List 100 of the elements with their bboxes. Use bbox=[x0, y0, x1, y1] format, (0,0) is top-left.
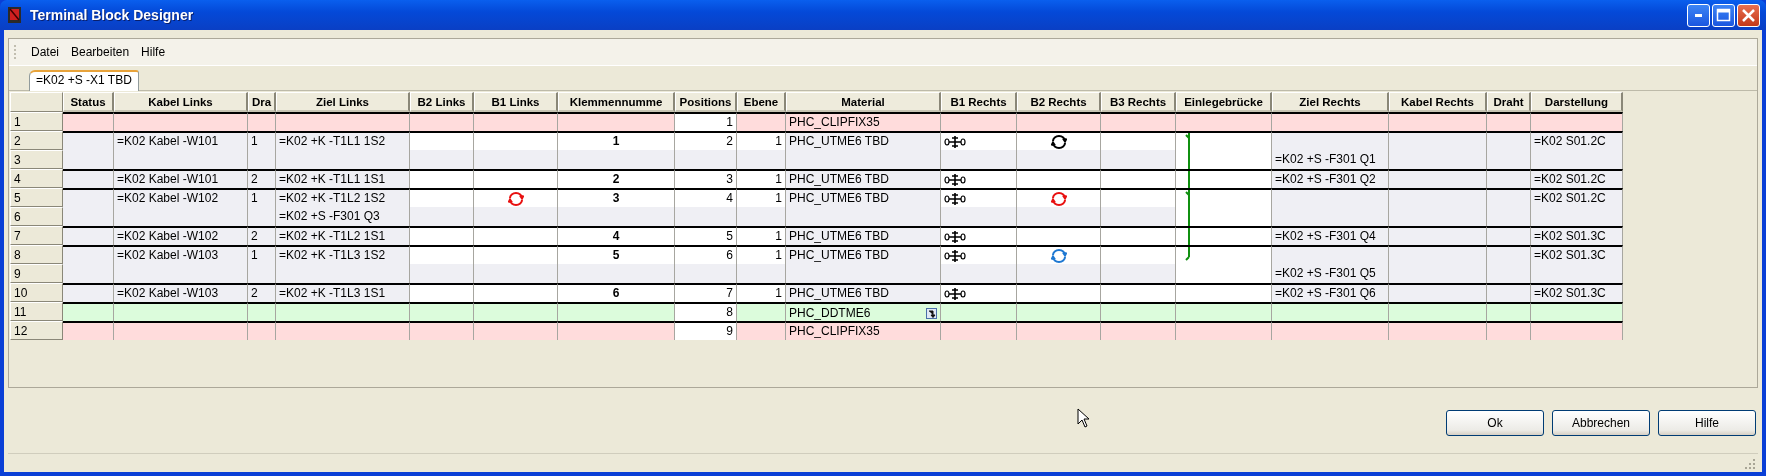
column-header[interactable]: Kabel Rechts bbox=[1389, 92, 1487, 112]
window-title: Terminal Block Designer bbox=[30, 7, 195, 23]
row-header[interactable]: 1 bbox=[10, 112, 63, 131]
row-header[interactable]: 3 bbox=[10, 150, 63, 169]
table-cell: =K02 Kabel -W103 bbox=[114, 283, 248, 302]
dialog-button[interactable]: Abbrechen bbox=[1552, 410, 1650, 436]
dialog-button[interactable]: Hilfe bbox=[1658, 410, 1756, 436]
table-cell: =K02 +S -F301 Q1 bbox=[1272, 150, 1389, 169]
dialog-button[interactable]: Ok bbox=[1446, 410, 1544, 436]
table-cell: =K02 +K -T1L3 1S2 bbox=[276, 245, 410, 264]
table-cell: 5 bbox=[675, 226, 737, 245]
menu-item[interactable]: Bearbeiten bbox=[65, 45, 136, 59]
table-cell: =K02 +S -F301 Q2 bbox=[1272, 169, 1389, 188]
table-cell: 1 bbox=[558, 131, 675, 150]
row-header[interactable]: 8 bbox=[10, 245, 63, 264]
table-cell bbox=[1487, 245, 1531, 264]
table-cell bbox=[1487, 188, 1531, 207]
column-header[interactable]: Ziel Links bbox=[276, 92, 410, 112]
table-cell: 1 bbox=[737, 188, 786, 207]
table-cell bbox=[410, 131, 474, 150]
table-cell: =K02 S01.2C bbox=[1531, 169, 1623, 188]
minimize-button[interactable] bbox=[1687, 3, 1710, 27]
table-cell bbox=[63, 283, 114, 302]
table-cell bbox=[410, 245, 474, 264]
table-cell: =K02 +S -F301 Q3 bbox=[276, 207, 410, 226]
table-cell: 1 bbox=[248, 131, 276, 150]
row-header[interactable]: 7 bbox=[10, 226, 63, 245]
column-header[interactable]: Ebene bbox=[737, 92, 786, 112]
table-cell: PHC_UTME6 TBD bbox=[786, 283, 941, 302]
table-cell bbox=[63, 264, 114, 283]
column-header[interactable]: Material bbox=[786, 92, 941, 112]
table-cell: =K02 +K -T1L1 1S2 bbox=[276, 131, 410, 150]
menu-item[interactable]: Datei bbox=[25, 45, 65, 59]
table-cell: =K02 Kabel -W102 bbox=[114, 226, 248, 245]
table-cell: =K02 +S -F301 Q6 bbox=[1272, 283, 1389, 302]
cell-text: PHC_DDTME6 bbox=[789, 306, 871, 320]
column-header[interactable]: Klemmennumme bbox=[558, 92, 675, 112]
column-header[interactable]: Positions bbox=[675, 92, 737, 112]
column-header[interactable]: B2 Rechts bbox=[1017, 92, 1101, 112]
app-icon bbox=[6, 6, 24, 24]
table-cell bbox=[675, 207, 737, 226]
close-button[interactable] bbox=[1737, 3, 1760, 27]
table-cell bbox=[63, 131, 114, 150]
table-cell: =K02 S01.2C bbox=[1531, 131, 1623, 150]
maximize-button[interactable] bbox=[1712, 3, 1735, 27]
table-cell: 9 bbox=[675, 321, 737, 340]
table-cell: 1 bbox=[737, 283, 786, 302]
menu-item[interactable]: Hilfe bbox=[135, 45, 172, 59]
row-header[interactable]: 4 bbox=[10, 169, 63, 188]
table-cell bbox=[1487, 131, 1531, 150]
table-cell: =K02 Kabel -W101 bbox=[114, 131, 248, 150]
table-cell: =K02 +K -T1L2 1S1 bbox=[276, 226, 410, 245]
column-header[interactable]: Einlegebrücke bbox=[1176, 92, 1272, 112]
table-cell: 1 bbox=[737, 245, 786, 264]
table-cell bbox=[248, 321, 276, 340]
table-cell: 2 bbox=[558, 169, 675, 188]
table-cell: 6 bbox=[558, 283, 675, 302]
row-header[interactable]: 2 bbox=[10, 131, 63, 150]
table-cell bbox=[410, 207, 474, 226]
table-cell bbox=[63, 150, 114, 169]
table-cell: 4 bbox=[558, 226, 675, 245]
table-cell bbox=[1487, 302, 1531, 321]
table-cell bbox=[63, 302, 114, 321]
dropdown-arrow-icon[interactable] bbox=[926, 307, 937, 319]
row-header[interactable]: 5 bbox=[10, 188, 63, 207]
column-header[interactable]: Dra bbox=[248, 92, 276, 112]
table-cell bbox=[737, 150, 786, 169]
table-cell: 2 bbox=[248, 169, 276, 188]
column-header[interactable]: Ziel Rechts bbox=[1272, 92, 1389, 112]
table-cell bbox=[63, 188, 114, 207]
column-header[interactable]: Darstellung bbox=[1531, 92, 1623, 112]
table-cell: 7 bbox=[675, 283, 737, 302]
row-header[interactable]: 9 bbox=[10, 264, 63, 283]
column-header[interactable]: B1 Links bbox=[474, 92, 558, 112]
table-cell: 2 bbox=[675, 131, 737, 150]
row-header[interactable]: 10 bbox=[10, 283, 63, 302]
table-cell: 1 bbox=[737, 131, 786, 150]
resize-grip-icon[interactable] bbox=[1744, 458, 1756, 470]
table-cell bbox=[248, 207, 276, 226]
table-cell bbox=[63, 207, 114, 226]
table-cell bbox=[675, 150, 737, 169]
tab[interactable]: =K02 +S -X1 TBD bbox=[29, 70, 139, 91]
row-header[interactable]: 12 bbox=[10, 321, 63, 340]
column-header[interactable]: Draht bbox=[1487, 92, 1531, 112]
row-header[interactable]: 6 bbox=[10, 207, 63, 226]
table-cell: 8 bbox=[675, 302, 737, 321]
table-cell bbox=[1487, 169, 1531, 188]
column-header[interactable]: B1 Rechts bbox=[941, 92, 1017, 112]
minimize-icon bbox=[1695, 13, 1702, 17]
row-header[interactable]: 11 bbox=[10, 302, 63, 321]
column-header[interactable]: Status bbox=[63, 92, 114, 112]
column-header[interactable]: B2 Links bbox=[410, 92, 474, 112]
table-cell: 2 bbox=[248, 226, 276, 245]
table-cell: =K02 Kabel -W103 bbox=[114, 245, 248, 264]
table-cell: PHC_CLIPFIX35 bbox=[786, 112, 941, 131]
table-cell bbox=[248, 264, 276, 283]
column-header[interactable]: B3 Rechts bbox=[1101, 92, 1176, 112]
table-cell: =K02 S01.3C bbox=[1531, 226, 1623, 245]
table-cell: =K02 +S -F301 Q5 bbox=[1272, 264, 1389, 283]
column-header[interactable]: Kabel Links bbox=[114, 92, 248, 112]
